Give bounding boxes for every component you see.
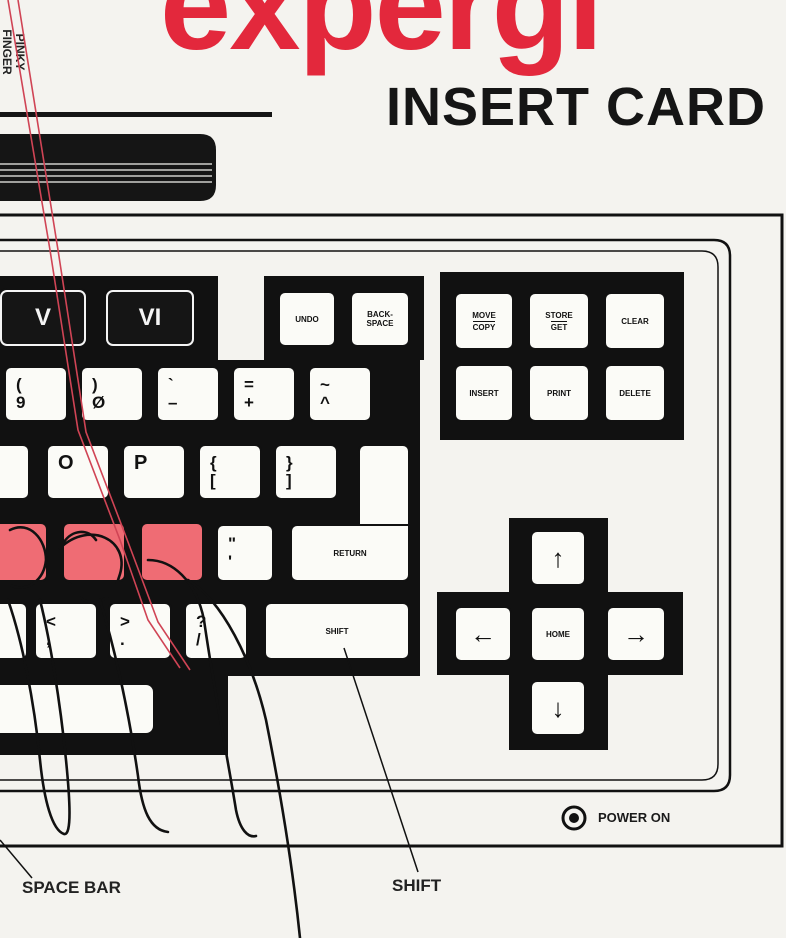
space-bar-callout: SPACE BAR [22, 878, 121, 897]
shift-callout: SHIFT [392, 876, 442, 895]
power-on-label: POWER ON [598, 810, 671, 825]
shift-callout-line [343, 647, 419, 873]
finger-outlines [6, 526, 302, 938]
space-bar-callout-line [0, 839, 33, 879]
finger-overlay [0, 0, 419, 938]
pinky-guide-lines [7, 0, 191, 671]
